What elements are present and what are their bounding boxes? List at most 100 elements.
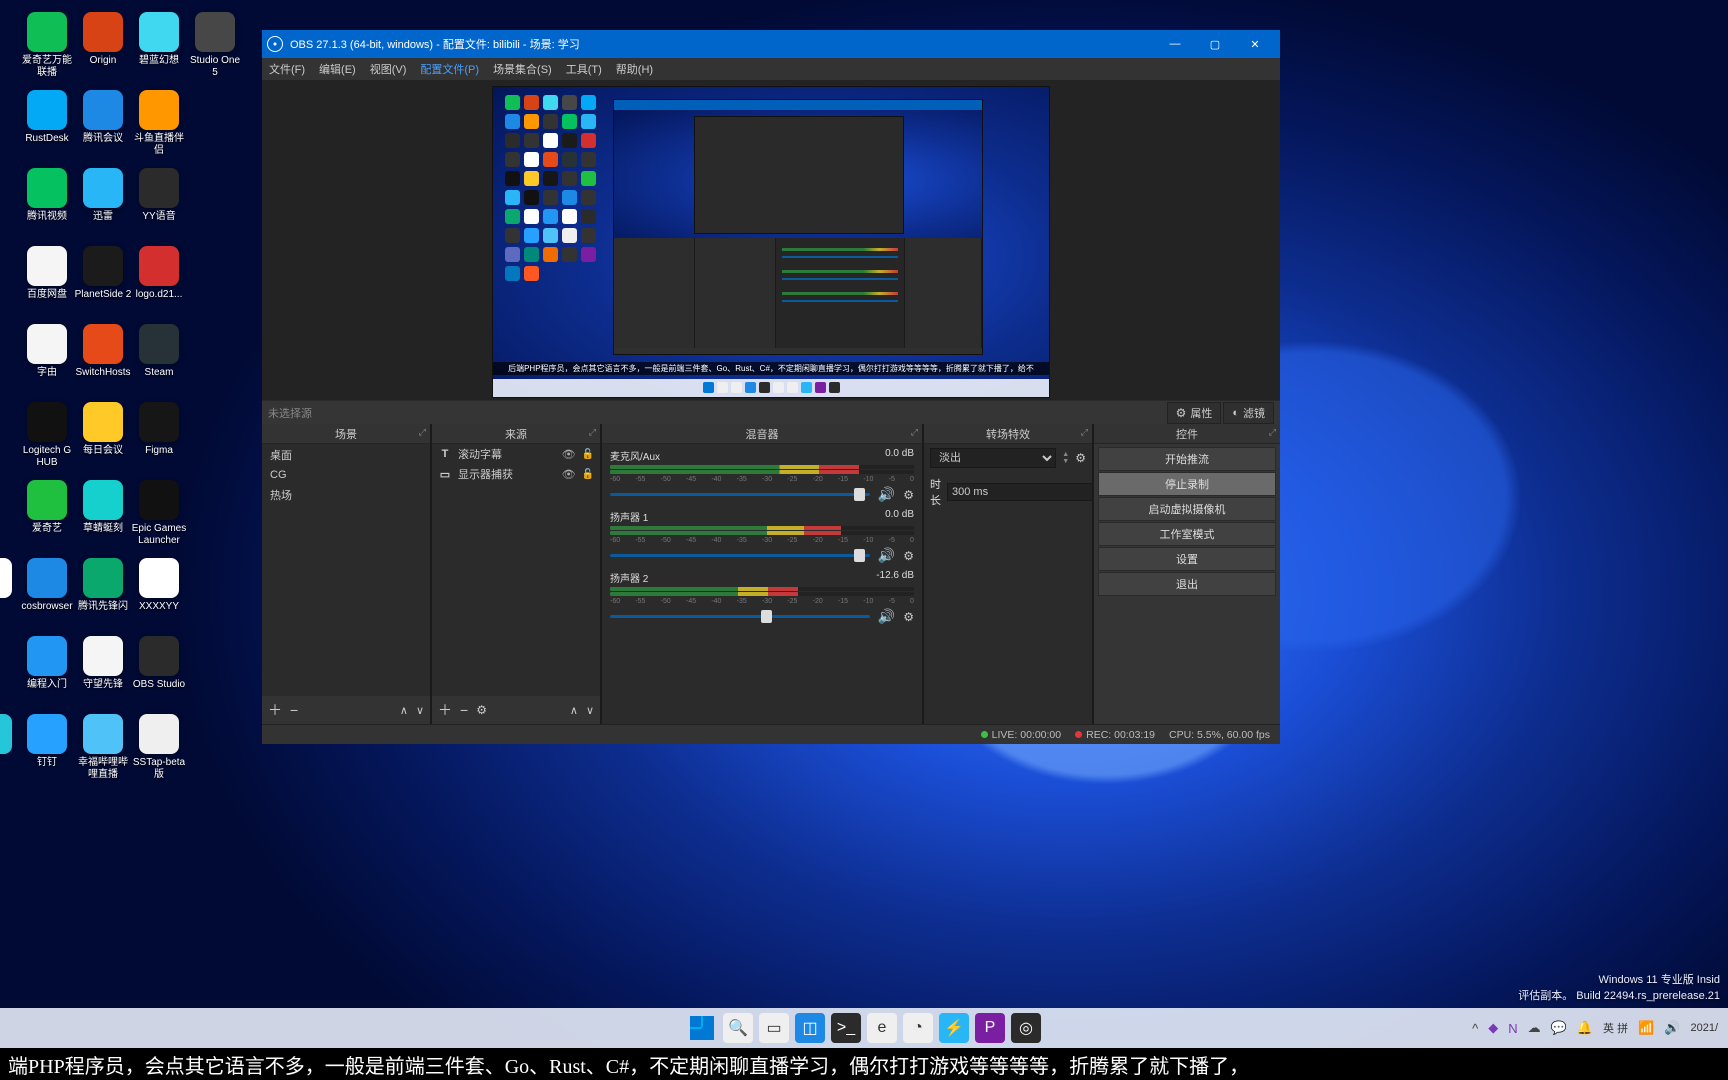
desktop-icon[interactable]: OBS Studio bbox=[130, 636, 188, 706]
taskbar-widgets-button[interactable]: ◫ bbox=[795, 1013, 825, 1043]
menu-item[interactable]: 文件(F) bbox=[269, 61, 305, 77]
popout-icon[interactable]: ⤢ bbox=[419, 427, 426, 438]
desktop-icon[interactable]: 腾讯视频 bbox=[18, 168, 76, 238]
system-tray[interactable]: ^ ◆ N ☁ 💬 🔔 英 拼 📶 🔊 2021/ bbox=[1472, 1020, 1718, 1036]
source-item[interactable]: T滚动字幕👁🔓 bbox=[432, 444, 600, 464]
visibility-icon[interactable]: 👁 bbox=[562, 468, 576, 481]
menu-item[interactable]: 编辑(E) bbox=[319, 61, 356, 77]
volume-slider[interactable] bbox=[610, 554, 870, 557]
lock-icon[interactable]: 🔓 bbox=[582, 449, 594, 460]
mute-icon[interactable]: 🔊 bbox=[878, 486, 895, 503]
tray-onedrive-icon[interactable]: ☁ bbox=[1528, 1020, 1541, 1036]
ime-indicator[interactable]: 英 拼 bbox=[1603, 1020, 1628, 1036]
taskbar-phpstorm-button[interactable]: P bbox=[975, 1013, 1005, 1043]
desktop-icon[interactable]: 腾讯会议 bbox=[74, 90, 132, 160]
desktop-icon[interactable]: Logitech G HUB bbox=[18, 402, 76, 472]
taskbar-taskview-button[interactable]: ▭ bbox=[759, 1013, 789, 1043]
filters-button[interactable]: ◐滤镜 bbox=[1223, 402, 1274, 424]
transition-spin[interactable]: ▲▼ bbox=[1062, 451, 1069, 465]
desktop-icon[interactable]: XXXXYY bbox=[130, 558, 188, 628]
scenes-list[interactable]: 桌面CG热场 bbox=[262, 444, 430, 696]
desktop-icon[interactable]: 幸福哔哩哔哩直播 bbox=[74, 714, 132, 784]
control-button[interactable]: 工作室模式 bbox=[1098, 522, 1276, 546]
add-scene-button[interactable]: ＋ bbox=[268, 700, 282, 720]
tray-chat-icon[interactable]: 💬 bbox=[1551, 1020, 1567, 1036]
scene-item[interactable]: 热场 bbox=[262, 484, 430, 506]
scene-down-button[interactable]: ∨ bbox=[416, 704, 424, 717]
taskbar-edge-button[interactable]: e bbox=[867, 1013, 897, 1043]
desktop-icon[interactable]: Epic Games Launcher bbox=[130, 480, 188, 550]
scene-item[interactable]: CG bbox=[262, 466, 430, 484]
desktop-icon[interactable]: YY语音 bbox=[130, 168, 188, 238]
desktop-icon[interactable]: Studio One 5 bbox=[186, 12, 244, 82]
tray-notify-icon[interactable]: 🔔 bbox=[1577, 1020, 1593, 1036]
desktop-icon-cropped[interactable] bbox=[0, 558, 12, 598]
desktop-icon[interactable]: RustDesk bbox=[18, 90, 76, 160]
close-button[interactable]: ✕ bbox=[1235, 30, 1275, 58]
minimize-button[interactable]: — bbox=[1155, 30, 1195, 58]
desktop-icon[interactable]: cosbrowser bbox=[18, 558, 76, 628]
volume-icon[interactable]: 🔊 bbox=[1664, 1020, 1680, 1036]
scene-item[interactable]: 桌面 bbox=[262, 444, 430, 466]
desktop-icon[interactable]: 百度网盘 bbox=[18, 246, 76, 316]
titlebar[interactable]: OBS 27.1.3 (64-bit, windows) - 配置文件: bil… bbox=[262, 30, 1280, 58]
preview-area[interactable]: 后端PHP程序员，会点其它语言不多，一般是前端三件套、Go、Rust、C#，不定… bbox=[262, 80, 1280, 400]
desktop-icon[interactable]: 腾讯先锋闪 bbox=[74, 558, 132, 628]
desktop-icon[interactable]: logo.d21... bbox=[130, 246, 188, 316]
popout-icon[interactable]: ⤢ bbox=[589, 427, 596, 438]
volume-slider[interactable] bbox=[610, 493, 870, 496]
taskbar-obs-button[interactable]: ◎ bbox=[1011, 1013, 1041, 1043]
desktop-icon[interactable]: Origin bbox=[74, 12, 132, 82]
channel-gear-icon[interactable]: ⚙ bbox=[903, 488, 914, 502]
menu-item[interactable]: 场景集合(S) bbox=[493, 61, 552, 77]
desktop-icon[interactable]: Figma bbox=[130, 402, 188, 472]
clock-date[interactable]: 2021/ bbox=[1690, 1022, 1718, 1034]
taskbar-start-button[interactable] bbox=[687, 1013, 717, 1043]
lock-icon[interactable]: 🔓 bbox=[582, 469, 594, 480]
source-up-button[interactable]: ∧ bbox=[570, 704, 578, 717]
popout-icon[interactable]: ⤢ bbox=[1081, 427, 1088, 438]
properties-button[interactable]: ⚙属性 bbox=[1167, 402, 1222, 424]
desktop-icon[interactable]: SSTap-beta 版 bbox=[130, 714, 188, 784]
tray-onenote-icon[interactable]: N bbox=[1508, 1021, 1517, 1036]
source-settings-button[interactable]: ⚙ bbox=[476, 703, 487, 717]
source-item[interactable]: ▭显示器捕获👁🔓 bbox=[432, 464, 600, 484]
scene-up-button[interactable]: ∧ bbox=[400, 704, 408, 717]
tray-shield-icon[interactable]: ◆ bbox=[1488, 1020, 1498, 1036]
control-button[interactable]: 启动虚拟摄像机 bbox=[1098, 497, 1276, 521]
desktop-icon[interactable]: 编程入门 bbox=[18, 636, 76, 706]
network-icon[interactable]: 📶 bbox=[1638, 1020, 1654, 1036]
control-button[interactable]: 退出 bbox=[1098, 572, 1276, 596]
transition-select[interactable]: 淡出 bbox=[930, 448, 1056, 468]
menu-item[interactable]: 视图(V) bbox=[370, 61, 407, 77]
duration-input[interactable] bbox=[947, 483, 1092, 501]
control-button[interactable]: 设置 bbox=[1098, 547, 1276, 571]
channel-gear-icon[interactable]: ⚙ bbox=[903, 610, 914, 624]
taskbar-thunder-button[interactable]: ⚡ bbox=[939, 1013, 969, 1043]
desktop-icon[interactable]: SwitchHosts bbox=[74, 324, 132, 394]
visibility-icon[interactable]: 👁 bbox=[562, 448, 576, 461]
desktop-icon[interactable]: 每日会议 bbox=[74, 402, 132, 472]
desktop-icon[interactable]: 钉钉 bbox=[18, 714, 76, 784]
desktop-icon[interactable]: 碧蓝幻想 bbox=[130, 12, 188, 82]
taskbar-terminal-button[interactable]: >_ bbox=[831, 1013, 861, 1043]
control-button[interactable]: 开始推流 bbox=[1098, 447, 1276, 471]
desktop-icon[interactable]: 草蜻蜓刻 bbox=[74, 480, 132, 550]
volume-slider[interactable] bbox=[610, 615, 870, 618]
menu-item[interactable]: 配置文件(P) bbox=[420, 61, 479, 77]
add-source-button[interactable]: ＋ bbox=[438, 700, 452, 720]
desktop-icon[interactable]: 字由 bbox=[18, 324, 76, 394]
maximize-button[interactable]: ▢ bbox=[1195, 30, 1235, 58]
popout-icon[interactable]: ⤢ bbox=[1269, 427, 1276, 438]
channel-gear-icon[interactable]: ⚙ bbox=[903, 549, 914, 563]
desktop-icon[interactable]: 迅雷 bbox=[74, 168, 132, 238]
menu-item[interactable]: 工具(T) bbox=[566, 61, 602, 77]
taskbar[interactable]: 🔍▭◫>_e◔⚡P◎ ^ ◆ N ☁ 💬 🔔 英 拼 📶 🔊 2021/ bbox=[0, 1008, 1728, 1048]
remove-scene-button[interactable]: − bbox=[290, 702, 298, 718]
source-down-button[interactable]: ∨ bbox=[586, 704, 594, 717]
transition-gear-icon[interactable]: ⚙ bbox=[1075, 451, 1086, 465]
mute-icon[interactable]: 🔊 bbox=[878, 608, 895, 625]
popout-icon[interactable]: ⤢ bbox=[911, 427, 918, 438]
taskbar-search-button[interactable]: 🔍 bbox=[723, 1013, 753, 1043]
desktop-icon[interactable]: 斗鱼直播伴侣 bbox=[130, 90, 188, 160]
